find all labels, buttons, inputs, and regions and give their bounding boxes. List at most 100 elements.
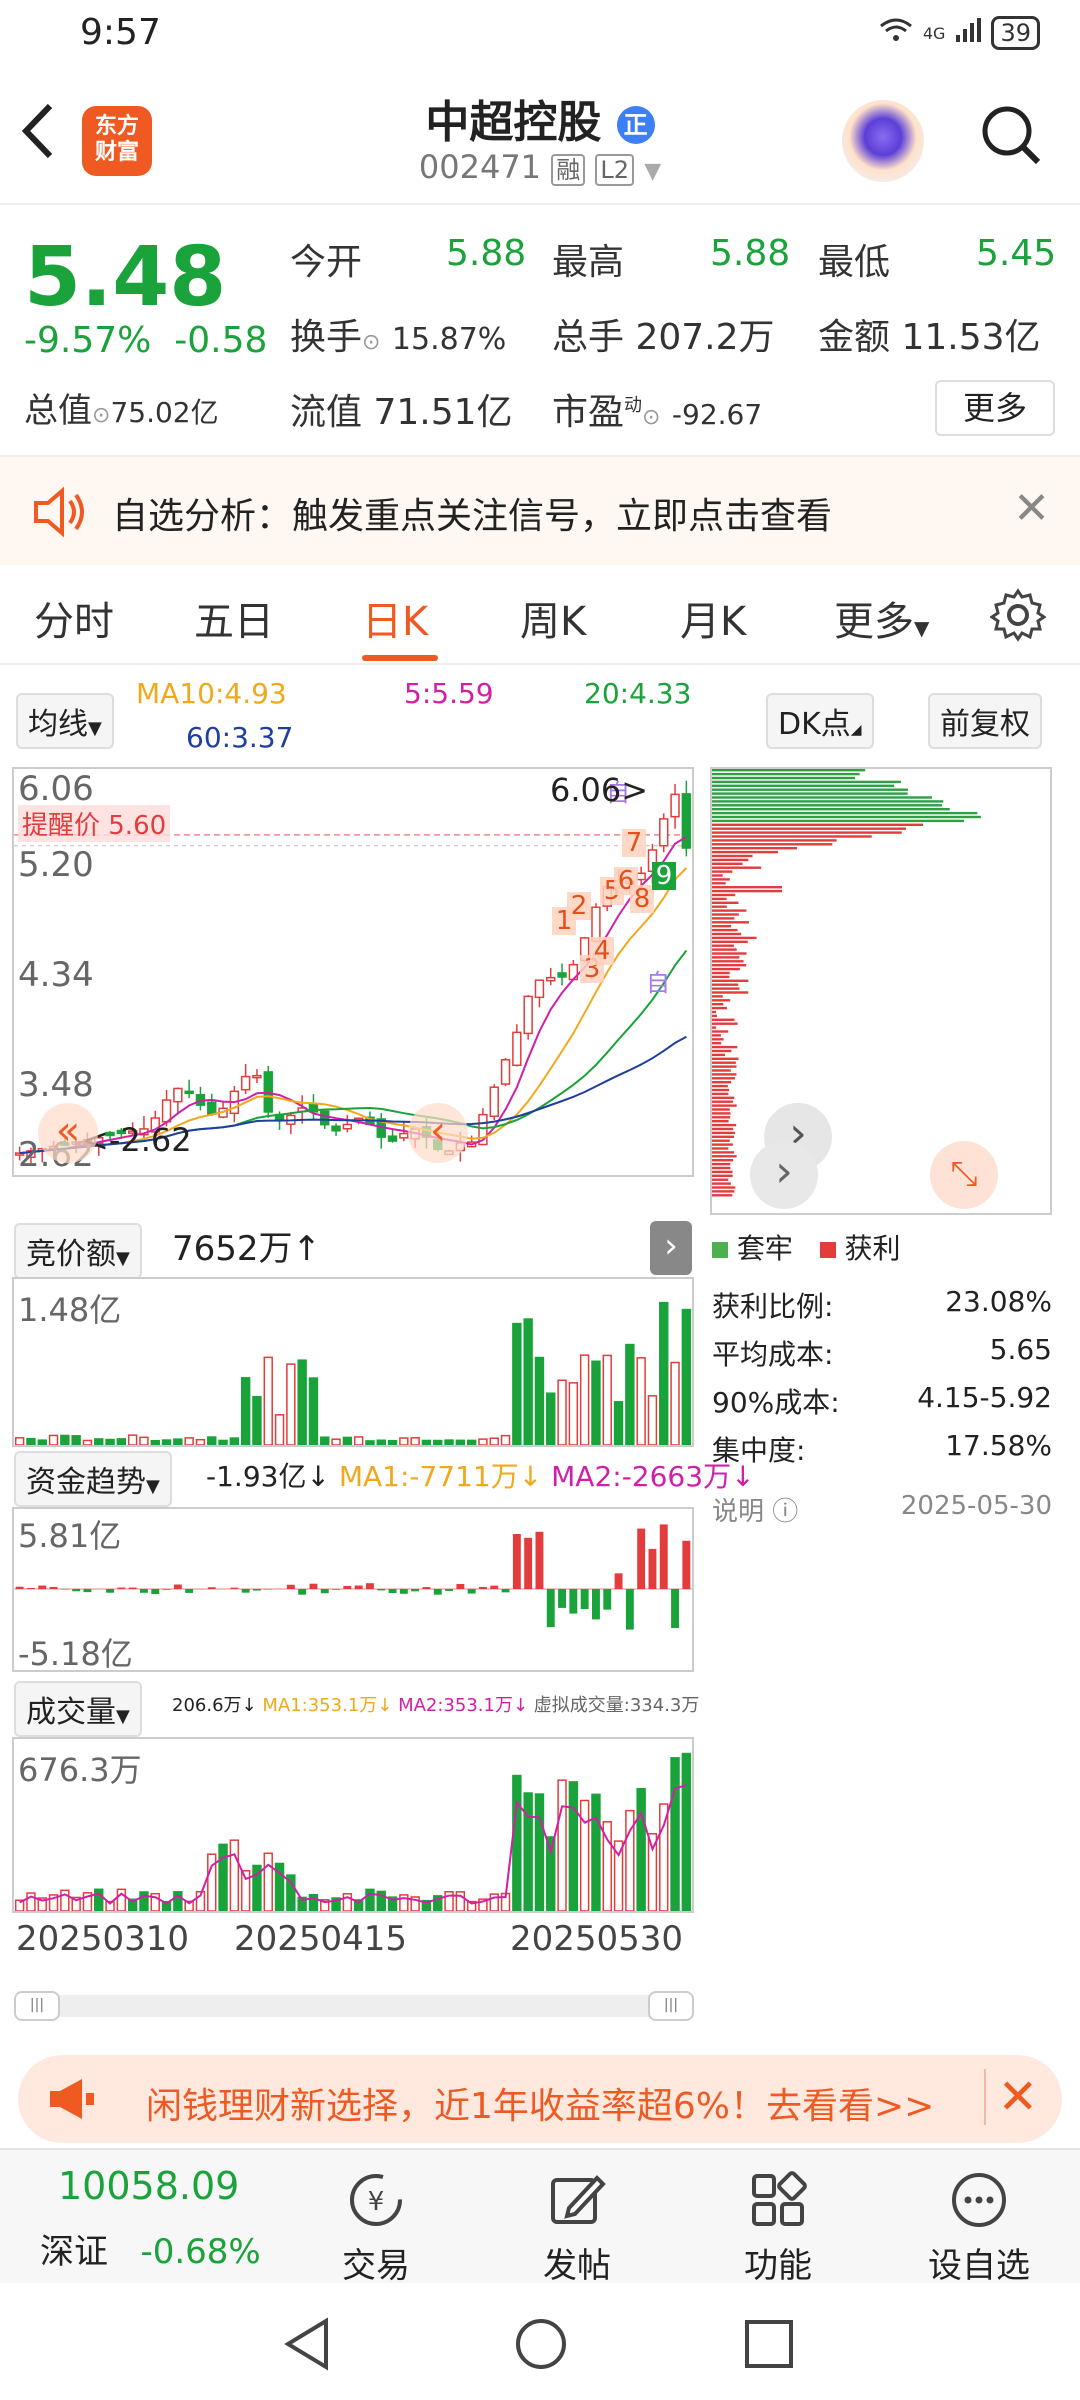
chip-bar [712,827,907,830]
network-label: 4G [922,23,946,43]
chip-next-icon[interactable]: › [750,1141,818,1209]
chip-stat-row: 90%成本: 4.15-5.92 [712,1381,1052,1419]
scroll-left-icon[interactable]: ‹ [408,1103,468,1163]
dk-point-button[interactable]: DK点◢ [766,693,874,749]
mktcap-row: 总值⊙75.02亿 [24,391,219,431]
banner-text: 自选分析：触发重点关注信号，立即点击查看 [112,496,833,537]
stock-code: 002471 [418,148,542,186]
range-right-handle[interactable]: ||| [648,1991,694,2021]
fund-bar [671,1589,680,1628]
functions-button[interactable]: 功能 [698,2170,858,2287]
auction-bar [647,1395,658,1446]
pane-collapse-icon[interactable]: › [650,1221,692,1275]
auction-bar [218,1439,228,1446]
fund-bar [72,1589,81,1592]
volume-top-tick: 676.3万 [18,1751,142,1789]
volume-bar [512,1774,522,1912]
chip-bar [712,928,738,932]
chip-bar [712,909,747,912]
auction-bar [444,1439,454,1446]
signal-label: 2 [571,891,588,921]
ma-selector[interactable]: 均线▼ [16,693,114,749]
scroll-left-fast-icon[interactable]: « [38,1103,98,1163]
fund-bar [625,1589,634,1630]
range-left-handle[interactable]: ||| [14,1991,60,2021]
range-scrollbar[interactable]: ||| ||| [14,1991,694,2021]
chip-note-link[interactable]: 说明 ⓘ [712,1491,798,1537]
chip-bar [712,1100,733,1103]
index-row[interactable]: 深证 -0.68% [40,2224,261,2273]
tab-weekly-k[interactable]: 周K [520,589,586,647]
chip-bar [712,1159,734,1162]
chip-bar [712,1174,733,1177]
chip-bar [712,1014,718,1018]
post-button[interactable]: 发帖 [497,2170,657,2287]
auction-bar [139,1436,149,1446]
chip-bar [712,1131,735,1135]
tab-minute[interactable]: 分时 [34,589,114,647]
chip-bar [712,854,753,858]
promo-banner[interactable]: 闲钱理财新选择，近1年收益率超6%！去看看>> ✕ [18,2055,1062,2143]
tab-monthly-k[interactable]: 月K [680,589,746,647]
nav-back-icon[interactable] [282,2317,332,2375]
chip-bar [712,1061,736,1064]
nav-home-icon[interactable] [514,2317,568,2375]
fund-bar [546,1589,555,1628]
tab-five-day[interactable]: 五日 [194,589,274,647]
index-value[interactable]: 10058.09 [58,2164,239,2208]
speaker-icon [30,485,90,539]
adjust-button[interactable]: 前复权 [928,693,1042,749]
close-icon[interactable]: ✕ [983,2069,1038,2125]
fund-bar [343,1585,352,1589]
chip-pane[interactable]: › ⤡ [710,767,1052,1215]
auction-bar [286,1363,296,1446]
analysis-banner[interactable]: 自选分析：触发重点关注信号，立即点击查看 ✕ [0,455,1080,565]
chip-bar [712,1069,731,1072]
add-watchlist-button[interactable]: 设自选 [899,2170,1059,2287]
nav-recent-icon[interactable] [744,2319,794,2373]
profit-swatch [819,1242,836,1258]
ma20-label: 20:4.33 [584,677,692,710]
high-marker: 6.06> [550,771,649,809]
chip-bar [712,1065,737,1068]
assistant-avatar[interactable] [842,100,924,182]
fund-bar [411,1589,420,1592]
more-quote-button[interactable]: 更多 [935,380,1055,436]
tab-more[interactable]: 更多▼ [834,589,929,647]
gear-icon[interactable] [989,587,1047,647]
chip-bar [712,1088,730,1092]
auction-bar [26,1437,36,1446]
chip-bar [712,843,833,846]
date-label: 20250530 [510,1919,684,1959]
chip-bar [712,1135,735,1138]
chip-bar [712,967,740,971]
close-icon[interactable]: ✕ [1013,483,1050,534]
chip-bar [712,964,747,967]
fund-bar [49,1586,58,1589]
search-icon[interactable] [980,104,1042,166]
chip-bar [712,1139,730,1142]
expand-icon[interactable]: ⤡ [930,1141,998,1209]
signal-label: 4 [594,936,611,966]
chip-bar [712,932,742,936]
high-value: 5.88 [710,233,791,274]
fund-selector[interactable]: 资金趋势▼ [14,1451,172,1507]
volume-bar [557,1779,567,1912]
chip-bar [712,917,735,920]
auction-bar [161,1439,172,1446]
volume-selector[interactable]: 成交量▼ [14,1681,142,1737]
chart-area: 均线▼ MA10:4.93 5:5.59 20:4.33 60:3.37 DK点… [0,665,1080,2021]
fund-bar [83,1589,92,1593]
auction-bar [557,1379,567,1446]
auction-bar [240,1377,251,1446]
tab-daily-k[interactable]: 日K [362,589,428,647]
auction-bar [636,1357,646,1446]
auction-bar [478,1438,488,1446]
chip-bar [712,811,978,815]
fund-bar [512,1533,521,1589]
trade-button[interactable]: ¥ 交易 [296,2170,456,2287]
auction-selector[interactable]: 竞价额▼ [14,1223,142,1279]
kline-pane[interactable]: 123456789自自 6.06 5.20 4.34 3.48 2.62 提醒价… [12,767,832,1177]
fund-bottom-tick: -5.18亿 [18,1635,133,1673]
volume-bar [591,1793,601,1912]
